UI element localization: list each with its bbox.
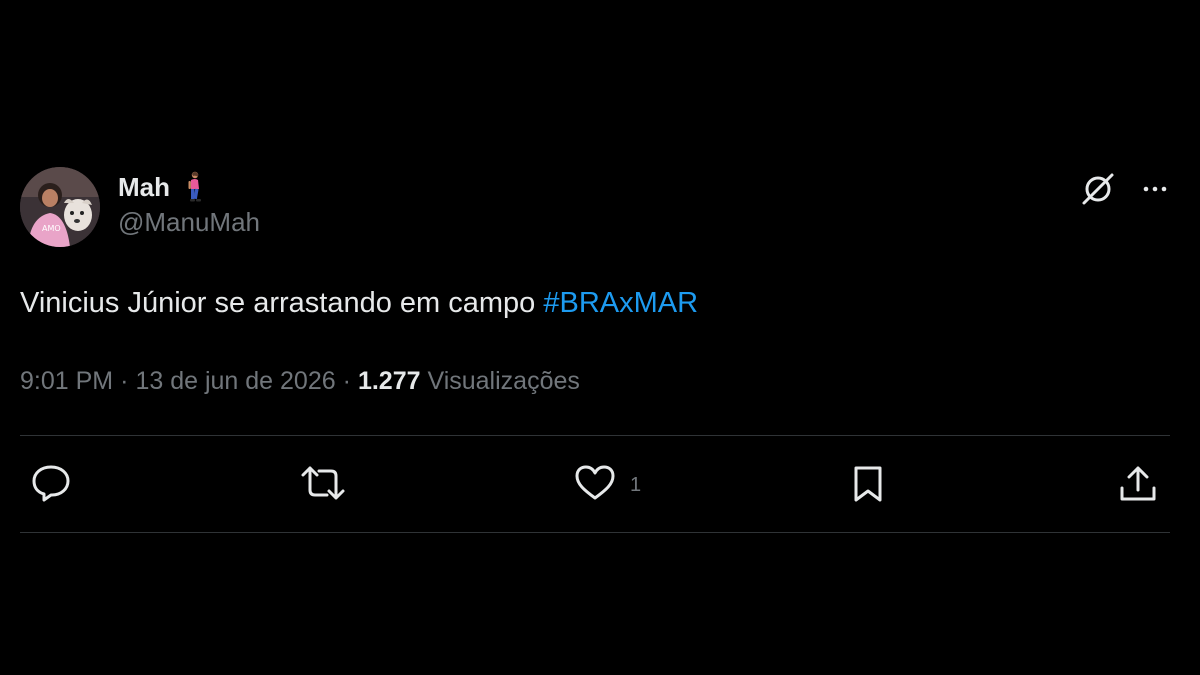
reply-button[interactable] [30, 464, 72, 507]
bookmark-button[interactable] [848, 464, 888, 509]
like-button[interactable]: 1 [574, 464, 641, 507]
grok-icon[interactable] [1080, 171, 1116, 212]
retweet-icon [300, 464, 346, 507]
tweet-meta: 9:01 PM · 13 de jun de 2026 · 1.277 Visualiz… [20, 365, 1170, 397]
bookmark-icon [848, 464, 888, 509]
svg-text:AMO: AMO [42, 224, 61, 233]
heart-icon [574, 464, 616, 507]
divider [20, 532, 1170, 533]
display-name[interactable]: Mah [118, 172, 170, 203]
meta-separator: · [342, 367, 351, 395]
reply-icon [30, 464, 72, 507]
tweet-text-body: Vinicius Júnior se arrastando em campo [20, 287, 544, 319]
header-actions [1080, 171, 1170, 212]
tweet-header: AMO Mah @ManuMah [20, 165, 1170, 253]
display-name-row: Mah [118, 169, 260, 205]
author-handle[interactable]: @ManuMah [118, 207, 260, 238]
meta-separator: · [120, 367, 129, 395]
views-count: 1.277 [357, 367, 421, 395]
avatar[interactable]: AMO [20, 167, 100, 247]
hashtag-link[interactable]: #BRAxMAR [543, 287, 698, 319]
more-options-icon[interactable] [1140, 174, 1170, 209]
author-info: Mah @ManuMah [118, 169, 260, 238]
tweet-time[interactable]: 9:01 PM [20, 367, 113, 395]
woman-walking-emoji-icon [184, 171, 204, 203]
like-count: 1 [630, 474, 642, 496]
tweet-text: Vinicius Júnior se arrastando em campo #… [20, 283, 1170, 323]
action-bar: 1 [20, 436, 1170, 532]
views-label: Visualizações [427, 367, 580, 395]
tweet-card: AMO Mah @ManuMah Vinicius Júnior se arra… [20, 165, 1170, 533]
tweet-date[interactable]: 13 de jun de 2026 [135, 367, 335, 395]
retweet-button[interactable] [300, 464, 346, 507]
share-button[interactable] [1118, 464, 1158, 509]
share-icon [1118, 464, 1158, 509]
